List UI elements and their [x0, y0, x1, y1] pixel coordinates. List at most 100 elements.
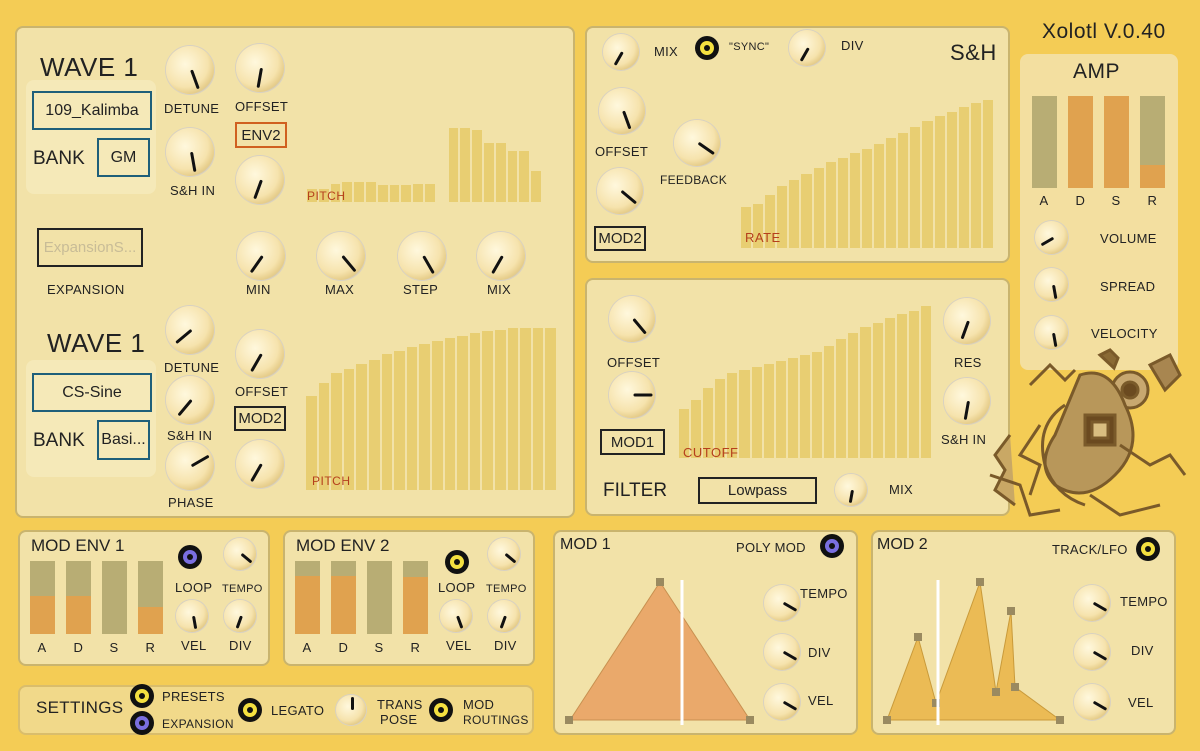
settings-transpose-knob[interactable]	[336, 695, 366, 725]
modenv2-slider-a[interactable]	[295, 561, 320, 634]
filter-mod-button[interactable]: MOD1	[600, 429, 665, 455]
filter-cutoff-step[interactable]	[812, 351, 823, 458]
wave1a-pitch-step[interactable]	[448, 128, 459, 202]
wave1a-sh-in-knob[interactable]	[166, 128, 214, 176]
sh-sync-toggle[interactable]	[695, 36, 719, 60]
wave1a-pitch-step[interactable]	[495, 143, 506, 202]
wave1b-pitch-step[interactable]	[520, 328, 531, 490]
wave1a-pitch-step[interactable]	[425, 183, 435, 202]
amp-spread-knob[interactable]	[1035, 268, 1068, 301]
wave1a-min-knob[interactable]	[237, 232, 285, 280]
wave1b-pitch-step[interactable]	[457, 336, 468, 490]
filter-cutoff-step[interactable]	[860, 327, 871, 458]
wave1a-pitch-step[interactable]	[460, 128, 471, 202]
wave1a-preset-select[interactable]: 109_Kalimba	[32, 91, 152, 130]
wave1b-preset-select[interactable]: CS-Sine	[32, 373, 152, 412]
mod1-node-peak[interactable]	[656, 578, 664, 586]
amp-slider-s[interactable]	[1104, 96, 1129, 188]
sh-rate-step[interactable]	[886, 138, 897, 248]
wave1b-pitch-step[interactable]	[482, 331, 493, 490]
filter-mod-amount-knob[interactable]	[609, 372, 655, 418]
wave1b-pitch-step[interactable]	[419, 344, 430, 490]
wave1b-bank-select[interactable]: Basi...	[97, 420, 150, 460]
filter-cutoff-sequencer[interactable]	[678, 306, 932, 458]
sh-rate-step[interactable]	[898, 132, 909, 248]
wave1b-mod-button[interactable]: MOD2	[234, 406, 286, 431]
sh-rate-step[interactable]	[837, 157, 848, 248]
sh-rate-step[interactable]	[910, 126, 921, 248]
wave1a-pitch-step[interactable]	[531, 170, 541, 202]
modenv1-vel-knob[interactable]	[176, 600, 208, 632]
modenv2-slider-d[interactable]	[331, 561, 356, 634]
sh-rate-step[interactable]	[982, 100, 993, 248]
sh-mix-knob[interactable]	[603, 34, 639, 70]
wave1a-max-knob[interactable]	[317, 232, 365, 280]
mod2-tempo-knob[interactable]	[1074, 585, 1110, 621]
modenv2-slider-s[interactable]	[367, 561, 392, 634]
sh-rate-step[interactable]	[813, 168, 824, 248]
mod1-vel-knob[interactable]	[764, 684, 800, 720]
wave1b-pitch-step[interactable]	[394, 350, 405, 490]
settings-expansion-toggle[interactable]	[130, 711, 154, 735]
wave1b-sh-in-knob[interactable]	[166, 376, 214, 424]
sh-rate-step[interactable]	[849, 153, 860, 248]
filter-offset-knob[interactable]	[609, 296, 655, 342]
filter-mix-knob[interactable]	[835, 474, 867, 506]
wave1a-pitch-step[interactable]	[413, 183, 423, 202]
sh-rate-step[interactable]	[946, 111, 957, 248]
amp-volume-knob[interactable]	[1035, 221, 1068, 254]
wave1b-pitch-step[interactable]	[507, 328, 519, 490]
filter-cutoff-step[interactable]	[787, 357, 798, 458]
sh-mod-button[interactable]: MOD2	[594, 226, 646, 251]
wave1a-pitch-step[interactable]	[366, 181, 376, 202]
mod1-tempo-knob[interactable]	[764, 585, 800, 621]
filter-cutoff-step[interactable]	[920, 306, 931, 458]
modenv1-slider-d[interactable]	[66, 561, 91, 634]
settings-presets-toggle[interactable]	[130, 684, 154, 708]
modenv2-loop-toggle[interactable]	[445, 550, 469, 574]
filter-cutoff-step[interactable]	[836, 339, 847, 458]
mod2-node-8[interactable]	[1056, 716, 1064, 724]
mod2-node-1[interactable]	[883, 716, 891, 724]
wave1a-pitch-step[interactable]	[389, 185, 400, 202]
sh-mod-amount-knob[interactable]	[597, 168, 643, 214]
modenv1-div-knob[interactable]	[224, 600, 256, 632]
mod1-envelope-editor[interactable]	[565, 575, 755, 725]
mod2-node-7[interactable]	[1011, 683, 1019, 691]
wave1a-detune-knob[interactable]	[166, 46, 214, 94]
filter-cutoff-step[interactable]	[763, 363, 774, 458]
sh-rate-step[interactable]	[874, 144, 885, 248]
modenv1-loop-toggle[interactable]	[178, 545, 202, 569]
modenv1-slider-r[interactable]	[138, 561, 163, 634]
sh-rate-step[interactable]	[801, 174, 812, 248]
filter-cutoff-step[interactable]	[739, 369, 750, 458]
mod1-node-end[interactable]	[746, 716, 754, 724]
wave1b-detune-knob[interactable]	[166, 306, 214, 354]
filter-cutoff-step[interactable]	[884, 318, 895, 458]
wave1b-pitch-step[interactable]	[432, 340, 443, 490]
filter-type-select[interactable]: Lowpass	[698, 477, 817, 504]
filter-cutoff-step[interactable]	[775, 360, 786, 458]
wave1b-pitch-step[interactable]	[444, 337, 456, 490]
amp-slider-a[interactable]	[1032, 96, 1057, 188]
sh-rate-step[interactable]	[970, 102, 981, 248]
mod1-node-start[interactable]	[565, 716, 573, 724]
wave1a-mix-knob[interactable]	[477, 232, 525, 280]
sh-rate-step[interactable]	[861, 148, 873, 248]
wave1b-mod-amount-knob[interactable]	[236, 440, 284, 488]
settings-legato-toggle[interactable]	[238, 698, 262, 722]
mod1-poly-toggle[interactable]	[820, 534, 844, 558]
wave1a-env-amount-knob[interactable]	[236, 156, 284, 204]
wave1a-env-button[interactable]: ENV2	[235, 122, 287, 148]
settings-mod-routings-toggle[interactable]	[429, 698, 453, 722]
wave1b-pitch-step[interactable]	[356, 363, 367, 490]
expansion-select[interactable]: ExpansionS...	[37, 228, 143, 267]
wave1b-pitch-step[interactable]	[495, 329, 506, 490]
wave1b-pitch-step[interactable]	[369, 360, 380, 490]
modenv1-slider-s[interactable]	[102, 561, 127, 634]
filter-res-knob[interactable]	[944, 298, 990, 344]
mod2-node-4[interactable]	[976, 578, 984, 586]
wave1a-pitch-step[interactable]	[377, 185, 388, 202]
sh-rate-step[interactable]	[789, 179, 800, 248]
sh-rate-step[interactable]	[825, 162, 836, 248]
